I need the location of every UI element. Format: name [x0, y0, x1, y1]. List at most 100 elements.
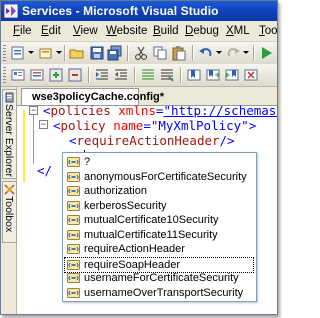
- save-all-icon[interactable]: [107, 45, 123, 61]
- code-line-3: <requireActionHeader/>: [69, 133, 235, 148]
- menu-edit[interactable]: Edit: [41, 25, 61, 37]
- toolbar-icon-2[interactable]: [29, 67, 45, 83]
- server-explorer-tab[interactable]: Server Explorer: [2, 89, 17, 179]
- menu-view-label: iew: [80, 25, 98, 37]
- redo-icon[interactable]: [225, 45, 241, 61]
- menu-tools[interactable]: Tools: [259, 25, 278, 37]
- xml-element-icon: [67, 157, 80, 167]
- code-namespace-link[interactable]: "http://schemas.m: [163, 103, 277, 118]
- menu-build-key: B: [153, 25, 161, 37]
- outdent-icon[interactable]: [113, 67, 129, 83]
- intellisense-item[interactable]: mutualCertificate10Security: [65, 213, 253, 227]
- intellisense-item-label: requireActionHeader: [84, 243, 185, 255]
- intellisense-item[interactable]: authorization: [65, 184, 253, 198]
- toolbar-icon-3[interactable]: [48, 67, 64, 83]
- new-project-dropdown[interactable]: [28, 51, 34, 54]
- copy-icon[interactable]: [152, 45, 168, 61]
- new-project-icon[interactable]: [10, 45, 26, 61]
- add-item-icon[interactable]: [38, 45, 54, 61]
- visual-studio-icon: [4, 4, 18, 18]
- menu-xml-label: ML: [233, 25, 250, 37]
- redo-dropdown[interactable]: [243, 51, 249, 54]
- xml-element-icon: [67, 186, 80, 196]
- toolbar-separator: [180, 67, 182, 83]
- toolbar-separator: [127, 45, 129, 61]
- toolbar-grip[interactable]: [3, 45, 6, 61]
- standard-toolbar: [1, 42, 277, 65]
- outline-guide: [33, 114, 34, 164]
- menu-file-key: F: [13, 25, 21, 37]
- intellisense-item[interactable]: ?: [65, 155, 253, 169]
- intellisense-item-label: mutualCertificate10Security: [84, 214, 219, 226]
- window-title: Services - Microsoft Visual Studio: [22, 4, 219, 18]
- intellisense-item[interactable]: usernameForCertificateSecurity: [65, 271, 253, 285]
- code-delimiter: <: [43, 103, 51, 118]
- code-tag: policy: [60, 118, 106, 133]
- menu-edit-label: dit: [48, 25, 61, 37]
- bookmark-next-icon[interactable]: [205, 67, 221, 83]
- xml-element-icon: [67, 287, 80, 298]
- code-tag: requireActionHeader: [76, 133, 220, 148]
- menu-file[interactable]: File: [13, 25, 32, 37]
- intellisense-item[interactable]: anonymousForCertificateSecurity: [65, 170, 253, 184]
- intellisense-item[interactable]: usernameOverTransportSecurity: [65, 286, 253, 300]
- cut-icon[interactable]: [133, 45, 149, 61]
- add-item-dropdown[interactable]: [56, 51, 62, 54]
- xml-element-icon: [67, 171, 80, 182]
- menu-debug[interactable]: Debug: [185, 25, 219, 37]
- toolbar-icon-1[interactable]: [10, 67, 26, 83]
- bookmark-icon[interactable]: [186, 67, 202, 83]
- xml-element-icon: [67, 244, 80, 254]
- menu-bar: File Edit View Website Build Debug XML T…: [1, 21, 277, 42]
- toolbar-grip[interactable]: [3, 67, 6, 83]
- toolbar-separator: [64, 45, 66, 61]
- uncomment-icon[interactable]: [159, 67, 175, 83]
- toolbar-icon-4[interactable]: [67, 67, 83, 83]
- xml-element-icon: [67, 273, 80, 283]
- menu-debug-label: ebug: [193, 25, 219, 37]
- intellisense-item-label: ?: [84, 156, 91, 168]
- intellisense-item-label: requireSoapHeader: [84, 258, 181, 271]
- xml-element-icon: [67, 259, 80, 270]
- start-debug-icon[interactable]: [259, 45, 275, 61]
- collapse-policy-icon[interactable]: −: [39, 120, 48, 129]
- intellisense-list[interactable]: ? anonymousForCertificateSecurity authoriz…: [62, 152, 257, 302]
- code-equals: =: [143, 118, 151, 133]
- code-line-1: <policies xmlns="http://schemas.m: [43, 103, 277, 118]
- intellisense-item-label: usernameOverTransportSecurity: [84, 286, 244, 299]
- menu-build[interactable]: Build: [153, 25, 179, 37]
- menu-view[interactable]: View: [73, 25, 98, 37]
- menu-website-label: ebsite: [116, 25, 148, 37]
- visual-studio-window: Services - Microsoft Visual Studio File …: [0, 0, 278, 315]
- indent-icon[interactable]: [94, 67, 110, 83]
- toolbox-label: Toolbox: [3, 196, 15, 233]
- toolbar-separator: [88, 67, 90, 83]
- code-attribute: xmlns: [118, 103, 156, 118]
- title-bar: Services - Microsoft Visual Studio: [1, 1, 277, 21]
- undo-icon[interactable]: [198, 45, 214, 61]
- text-editor-toolbar: [1, 64, 277, 87]
- code-delimiter: <: [69, 133, 77, 148]
- intellisense-item-label: mutualCertificate11Security: [84, 228, 218, 241]
- open-icon[interactable]: [69, 45, 85, 61]
- menu-website[interactable]: Website: [106, 25, 147, 37]
- code-delimiter: >: [248, 118, 257, 133]
- xml-element-icon: [67, 200, 80, 211]
- toolbox-tab[interactable]: Toolbox: [2, 181, 17, 243]
- menu-xml-key: X: [226, 25, 234, 37]
- menu-xml[interactable]: XML: [226, 25, 250, 37]
- paste-icon[interactable]: [171, 45, 187, 61]
- bookmark-clear-icon[interactable]: [243, 67, 259, 83]
- intellisense-item-label: usernameForCertificateSecurity: [84, 272, 239, 284]
- bookmark-prev-icon[interactable]: [224, 67, 240, 83]
- xml-element-icon: [67, 229, 80, 240]
- menu-tools-label: ools: [264, 25, 278, 37]
- undo-dropdown[interactable]: [216, 51, 222, 54]
- side-dock: Server Explorer Toolbox: [1, 87, 17, 314]
- intellisense-item[interactable]: kerberosSecurity: [65, 199, 253, 213]
- intellisense-item[interactable]: requireActionHeader: [65, 242, 253, 256]
- collapse-policies-icon[interactable]: −: [29, 106, 38, 115]
- save-icon[interactable]: [89, 45, 105, 61]
- intellisense-item[interactable]: mutualCertificate11Security: [65, 228, 253, 242]
- comment-icon[interactable]: [140, 67, 156, 83]
